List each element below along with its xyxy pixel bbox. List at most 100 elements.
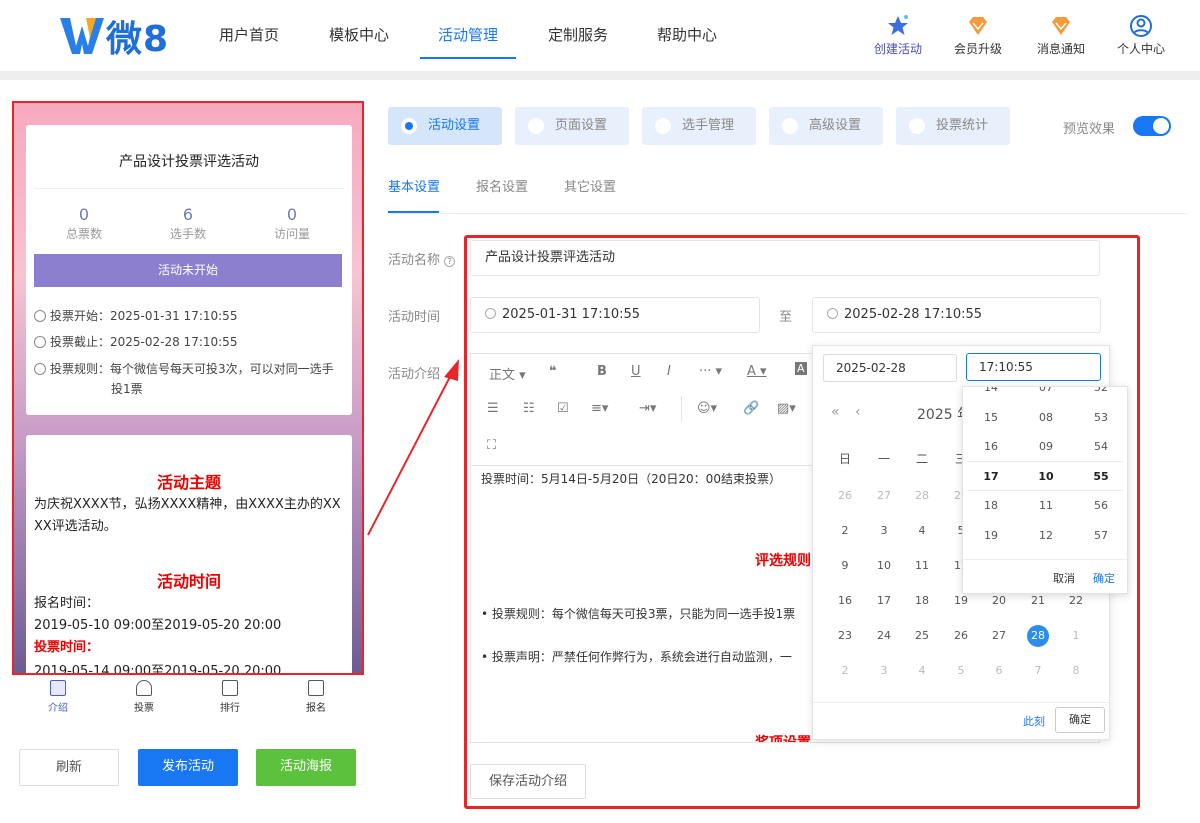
todo-list-icon[interactable]: ☑: [557, 401, 569, 416]
calendar-day[interactable]: 27: [984, 624, 1014, 648]
calendar-day[interactable]: 27: [869, 484, 899, 508]
calendar-day[interactable]: 26: [830, 484, 860, 508]
calendar-day[interactable]: 6: [984, 659, 1014, 683]
logo[interactable]: 微8: [60, 14, 169, 60]
save-intro-button[interactable]: 保存活动介绍: [470, 764, 586, 799]
italic-icon[interactable]: I: [667, 364, 671, 379]
bottom-nav-intro[interactable]: 介绍: [33, 680, 83, 714]
time-cancel-button[interactable]: 取消: [1053, 570, 1075, 586]
end-time-input[interactable]: 2025-02-28 17:10:55: [812, 297, 1101, 333]
calendar-day[interactable]: 17: [869, 589, 899, 613]
paragraph-format-select[interactable]: 正文 ▾: [489, 364, 526, 383]
time-option-minute[interactable]: 12: [1026, 529, 1066, 542]
bold-icon[interactable]: B: [597, 364, 607, 379]
bottom-nav-signup[interactable]: 报名: [291, 680, 341, 714]
time-option-second[interactable]: 56: [1081, 499, 1121, 512]
activity-name-input[interactable]: 产品设计投票评选活动: [470, 240, 1100, 276]
message-notice-button[interactable]: 消息通知: [1026, 14, 1096, 57]
underline-icon[interactable]: U: [631, 364, 641, 379]
calendar-day[interactable]: 11: [907, 554, 937, 578]
time-option-second[interactable]: 53: [1081, 411, 1121, 424]
subtab-other-settings[interactable]: 其它设置: [564, 176, 616, 195]
nav-user-home[interactable]: 用户首页: [219, 24, 279, 45]
time-option-hour[interactable]: 18: [971, 499, 1011, 512]
calendar-day[interactable]: 10: [869, 554, 899, 578]
picker-time-input[interactable]: 17:10:55: [966, 353, 1101, 381]
bottom-nav-vote[interactable]: 投票: [119, 680, 169, 714]
calendar-day[interactable]: 28: [907, 484, 937, 508]
activity-poster-button[interactable]: 活动海报: [256, 749, 356, 786]
calendar-day[interactable]: 5: [946, 659, 976, 683]
prev-year-button[interactable]: «: [831, 404, 840, 420]
nav-activity-management[interactable]: 活动管理: [438, 24, 498, 45]
time-option-hour[interactable]: 17: [971, 470, 1011, 483]
font-color-icon[interactable]: A ▾: [747, 364, 767, 379]
time-option-second[interactable]: 57: [1081, 529, 1121, 542]
calendar-day[interactable]: 4: [907, 659, 937, 683]
time-option-hour[interactable]: 16: [971, 440, 1011, 453]
time-option-hour[interactable]: 19: [971, 529, 1011, 542]
more-styles-icon[interactable]: ··· ▾: [699, 364, 722, 379]
personal-center-button[interactable]: 个人中心: [1106, 14, 1176, 57]
calendar-day[interactable]: 7: [1023, 659, 1053, 683]
nav-custom-service[interactable]: 定制服务: [548, 24, 608, 45]
tab-page-settings[interactable]: 页面设置: [515, 107, 629, 145]
toolbar-divider: [681, 396, 682, 422]
time-option-second[interactable]: 52: [1081, 387, 1121, 394]
calendar-day[interactable]: 25: [907, 624, 937, 648]
tab-contestant-management[interactable]: 选手管理: [642, 107, 756, 145]
link-icon[interactable]: 🔗: [743, 401, 759, 416]
background-color-icon[interactable]: A: [795, 362, 807, 375]
calendar-day[interactable]: 2: [830, 659, 860, 683]
time-option-second[interactable]: 54: [1081, 440, 1121, 453]
calendar-day[interactable]: 3: [869, 519, 899, 543]
calendar-day[interactable]: 2: [830, 519, 860, 543]
time-option-minute[interactable]: 10: [1026, 470, 1066, 483]
preview-toggle[interactable]: [1133, 116, 1171, 136]
nav-help-center[interactable]: 帮助中心: [657, 24, 717, 45]
bottom-nav-rank[interactable]: 排行: [205, 680, 255, 714]
bullet-list-icon[interactable]: ☰: [487, 401, 499, 416]
fullscreen-icon[interactable]: ⛶: [487, 438, 496, 453]
calendar-day[interactable]: 9: [830, 554, 860, 578]
time-option-minute[interactable]: 11: [1026, 499, 1066, 512]
prev-month-button[interactable]: ‹: [855, 404, 861, 420]
time-option-minute[interactable]: 07: [1026, 387, 1066, 394]
calendar-day[interactable]: 4: [907, 519, 937, 543]
calendar-day-selected[interactable]: 28: [1023, 624, 1053, 648]
emoji-icon[interactable]: ☺▾: [697, 401, 717, 416]
calendar-day[interactable]: 8: [1061, 659, 1091, 683]
publish-activity-button[interactable]: 发布活动: [138, 749, 238, 786]
create-activity-button[interactable]: 创建活动: [863, 14, 933, 57]
calendar-day[interactable]: 3: [869, 659, 899, 683]
time-confirm-button[interactable]: 确定: [1093, 570, 1115, 586]
quote-icon[interactable]: ❝: [549, 364, 557, 379]
calendar-day[interactable]: 26: [946, 624, 976, 648]
picker-date-input[interactable]: 2025-02-28: [823, 354, 957, 382]
calendar-day[interactable]: 16: [830, 589, 860, 613]
tab-vote-statistics[interactable]: 投票统计: [896, 107, 1010, 145]
indent-icon[interactable]: ⇥▾: [639, 401, 656, 416]
subtab-basic-settings[interactable]: 基本设置: [388, 176, 440, 195]
member-upgrade-button[interactable]: 会员升级: [943, 14, 1013, 57]
time-option-minute[interactable]: 09: [1026, 440, 1066, 453]
refresh-button[interactable]: 刷新: [19, 749, 119, 786]
time-option-hour[interactable]: 15: [971, 411, 1011, 424]
start-time-input[interactable]: 2025-01-31 17:10:55: [470, 297, 760, 333]
nav-template-center[interactable]: 模板中心: [329, 24, 389, 45]
calendar-day[interactable]: 23: [830, 624, 860, 648]
tab-activity-settings[interactable]: 活动设置: [388, 107, 502, 145]
time-option-hour[interactable]: 14: [971, 387, 1011, 394]
align-icon[interactable]: ≡▾: [591, 401, 608, 416]
subtab-signup-settings[interactable]: 报名设置: [476, 176, 528, 195]
now-button[interactable]: 此刻: [1023, 713, 1045, 729]
calendar-day[interactable]: 18: [907, 589, 937, 613]
numbered-list-icon[interactable]: ☷: [523, 401, 535, 416]
time-option-second[interactable]: 55: [1081, 470, 1121, 483]
calendar-day[interactable]: 1: [1061, 624, 1091, 648]
calendar-day[interactable]: 24: [869, 624, 899, 648]
image-icon[interactable]: ▨▾: [777, 401, 796, 416]
date-confirm-button[interactable]: 确定: [1055, 707, 1105, 733]
tab-advanced-settings[interactable]: 高级设置: [769, 107, 883, 145]
time-option-minute[interactable]: 08: [1026, 411, 1066, 424]
